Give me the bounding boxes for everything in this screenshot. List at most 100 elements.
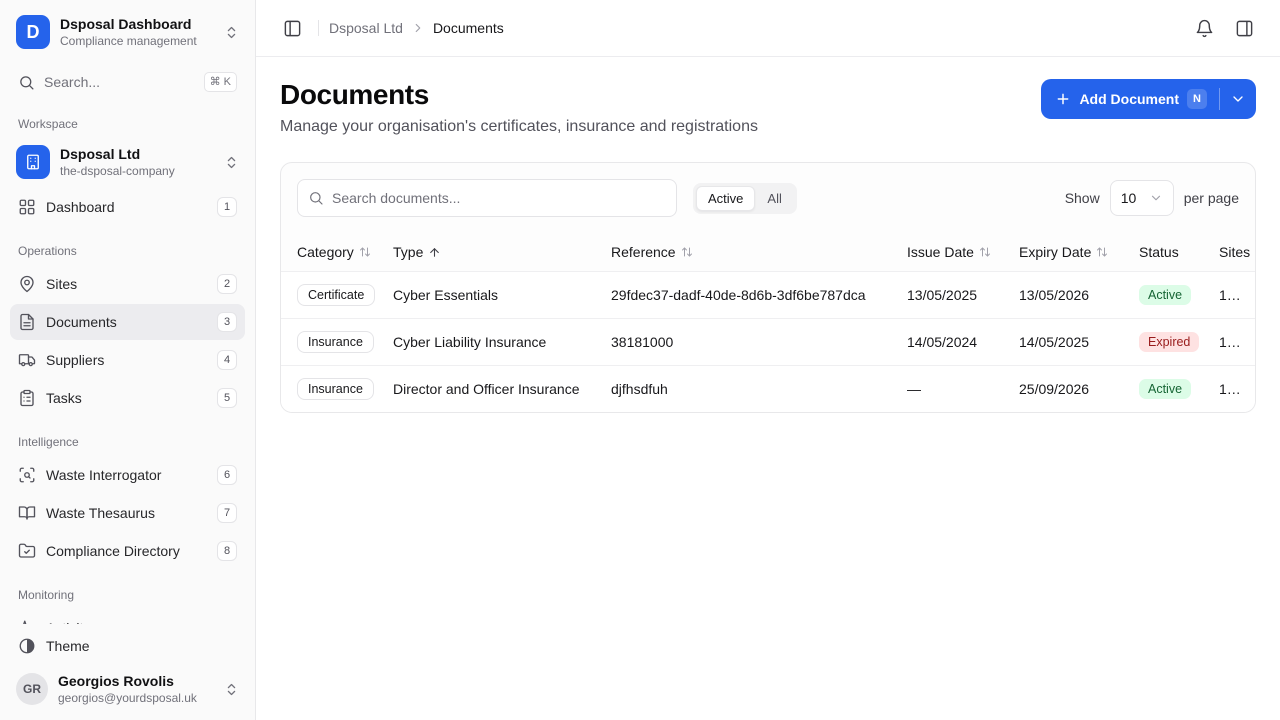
column-label: Issue Date	[907, 244, 974, 260]
chevrons-up-down-icon	[224, 155, 239, 170]
sort-icon	[979, 246, 991, 258]
breadcrumb-current: Documents	[433, 20, 504, 36]
breadcrumb: Dsposal Ltd Documents	[329, 20, 504, 36]
app-root: D Dsposal Dashboard Compliance managemen…	[0, 0, 1280, 720]
cell-sites: 1 site	[1211, 272, 1255, 319]
table-row[interactable]: Certificate Cyber Essentials 29fdec37-da…	[281, 272, 1255, 319]
table-row[interactable]: Insurance Cyber Liability Insurance 3818…	[281, 319, 1255, 366]
status-badge: Expired	[1139, 332, 1199, 352]
sidebar-header: D Dsposal Dashboard Compliance managemen…	[0, 0, 255, 100]
sidebar-item-badge: 5	[217, 388, 237, 408]
column-label: Reference	[611, 244, 676, 260]
cell-expiry-date: 25/09/2026	[1011, 366, 1131, 413]
top-header: Dsposal Ltd Documents	[256, 0, 1280, 57]
column-header-expiry-date[interactable]: Expiry Date	[1019, 244, 1108, 260]
page-head: Documents Manage your organisation's cer…	[280, 79, 1256, 136]
documents-search-input[interactable]	[297, 179, 677, 217]
section-label-monitoring: Monitoring	[10, 571, 245, 608]
add-document-dropdown-button[interactable]	[1220, 79, 1256, 119]
sidebar-item-label: Tasks	[46, 390, 82, 406]
column-header-category[interactable]: Category	[297, 244, 371, 260]
column-label: Sites	[1219, 244, 1250, 260]
column-header-type[interactable]: Type	[393, 244, 441, 260]
filter-active-button[interactable]: Active	[696, 186, 755, 211]
header-divider	[318, 20, 319, 36]
category-badge: Insurance	[297, 331, 374, 353]
cell-type: Director and Officer Insurance	[385, 366, 603, 413]
user-menu[interactable]: GR Georgios Rovolis georgios@yourdsposal…	[10, 666, 245, 712]
sidebar-item-label: Waste Thesaurus	[46, 505, 155, 521]
app-logo-icon: D	[16, 15, 50, 49]
book-open-icon	[18, 504, 36, 522]
add-document-button-group: Add Document N	[1041, 79, 1256, 119]
user-name: Georgios Rovolis	[58, 673, 197, 689]
panel-left-icon	[283, 19, 302, 38]
page-content: Documents Manage your organisation's cer…	[256, 57, 1280, 720]
add-document-shortcut-badge: N	[1187, 89, 1207, 109]
sort-icon	[681, 246, 693, 258]
sidebar-item-waste-interrogator[interactable]: Waste Interrogator 6	[10, 457, 245, 493]
search-shortcut-badge: ⌘ K	[204, 72, 237, 92]
breadcrumb-parent[interactable]: Dsposal Ltd	[329, 20, 403, 36]
documents-card: Active All Show 10 per page	[280, 162, 1256, 413]
sidebar-item-compliance-directory[interactable]: Compliance Directory 8	[10, 533, 245, 569]
cell-issue-date: 14/05/2024	[899, 319, 1011, 366]
app-subtitle: Compliance management	[60, 34, 197, 48]
table-row[interactable]: Insurance Director and Officer Insurance…	[281, 366, 1255, 413]
column-header-issue-date[interactable]: Issue Date	[907, 244, 991, 260]
notifications-button[interactable]	[1188, 12, 1220, 44]
cell-sites: 1 site	[1211, 319, 1255, 366]
chevron-right-icon	[411, 21, 425, 35]
right-panel-toggle-button[interactable]	[1228, 12, 1260, 44]
file-text-icon	[18, 313, 36, 331]
sidebar-item-activity-clipped[interactable]: Activity	[10, 610, 245, 624]
chevrons-up-down-icon	[224, 682, 239, 697]
truck-icon	[18, 351, 36, 369]
theme-toggle[interactable]: Theme	[10, 628, 245, 664]
app-switcher[interactable]: D Dsposal Dashboard Compliance managemen…	[10, 10, 245, 54]
status-badge: Active	[1139, 379, 1191, 399]
sidebar-item-sites[interactable]: Sites 2	[10, 266, 245, 302]
chevrons-up-down-icon	[224, 25, 239, 40]
sidebar-toggle-button[interactable]	[276, 12, 308, 44]
cell-expiry-date: 13/05/2026	[1011, 272, 1131, 319]
page-size-select[interactable]: 10	[1110, 180, 1174, 216]
status-badge: Active	[1139, 285, 1191, 305]
show-label: Show	[1065, 190, 1100, 206]
per-page-label: per page	[1184, 190, 1239, 206]
plus-icon	[1055, 91, 1071, 107]
category-badge: Insurance	[297, 378, 374, 400]
status-filter-segmented: Active All	[693, 183, 797, 214]
contrast-theme-icon	[18, 637, 36, 655]
workspace-building-icon	[16, 145, 50, 179]
sidebar-item-documents[interactable]: Documents 3	[10, 304, 245, 340]
column-header-reference[interactable]: Reference	[611, 244, 693, 260]
page-head-text: Documents Manage your organisation's cer…	[280, 79, 758, 136]
sidebar-search[interactable]: Search... ⌘ K	[10, 64, 245, 100]
section-label-workspace: Workspace	[10, 100, 245, 137]
page-size-controls: Show 10 per page	[1065, 180, 1239, 216]
clipboard-list-icon	[18, 389, 36, 407]
add-document-button[interactable]: Add Document N	[1041, 79, 1219, 119]
page-subtitle: Manage your organisation's certificates,…	[280, 118, 758, 136]
sidebar-item-badge: 8	[217, 541, 237, 561]
sidebar-item-waste-thesaurus[interactable]: Waste Thesaurus 7	[10, 495, 245, 531]
documents-search	[297, 179, 677, 217]
sidebar-item-badge: 6	[217, 465, 237, 485]
filter-all-button[interactable]: All	[755, 186, 793, 211]
main-area: Dsposal Ltd Documents	[256, 0, 1280, 720]
sidebar-item-tasks[interactable]: Tasks 5	[10, 380, 245, 416]
sidebar-item-dashboard[interactable]: Dashboard 1	[10, 189, 245, 225]
cell-reference: djfhsdfuh	[603, 366, 899, 413]
cell-sites: 1 site	[1211, 366, 1255, 413]
section-label-intelligence: Intelligence	[10, 418, 245, 455]
sidebar-item-badge: 4	[217, 350, 237, 370]
workspace-switcher[interactable]: Dsposal Ltd the-dsposal-company	[10, 137, 245, 187]
sidebar-item-label: Dashboard	[46, 199, 115, 215]
sidebar-nav: Workspace Dsposal Ltd the-dsposal-compan…	[0, 100, 255, 624]
search-icon	[308, 190, 324, 206]
add-document-label: Add Document	[1079, 91, 1179, 107]
panel-right-icon	[1235, 19, 1254, 38]
app-meta: Dsposal Dashboard Compliance management	[60, 16, 197, 48]
sidebar-item-suppliers[interactable]: Suppliers 4	[10, 342, 245, 378]
